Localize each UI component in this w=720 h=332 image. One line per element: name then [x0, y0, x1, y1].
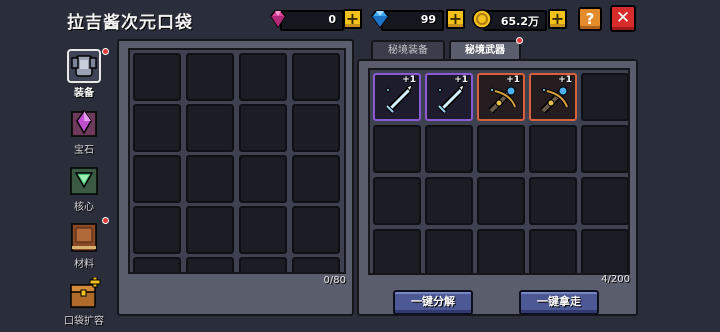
gold-coin-icon: [472, 9, 492, 29]
storage-slot[interactable]: [292, 257, 340, 272]
pink-gem-icon: [270, 10, 286, 29]
item-level: +1: [402, 75, 416, 85]
add-pink-gem-button[interactable]: +: [343, 9, 362, 29]
take-all-button[interactable]: 一键拿走: [519, 290, 599, 315]
core-icon: [67, 163, 101, 197]
ice-sword-item-slot[interactable]: +1: [373, 73, 421, 121]
storage-slot[interactable]: [239, 206, 287, 254]
category-sidebar: 装备 宝石 核心 材料 口袋扩容: [56, 44, 112, 332]
secret-loot-panel: +1 +1 +1 +1 4/200: [357, 59, 638, 316]
item-level: +1: [506, 75, 520, 85]
weapons-tab-badge: [516, 37, 523, 44]
gem-icon: [67, 106, 101, 140]
sidebar-label: 口袋扩容: [64, 316, 104, 327]
book-icon: [67, 220, 101, 254]
pink-gem-counter: 0: [280, 10, 344, 31]
sidebar-item-expand[interactable]: 口袋扩容: [60, 274, 108, 330]
loot-slot[interactable]: [581, 229, 628, 273]
close-button[interactable]: ✕: [610, 5, 636, 32]
sidebar-label: 装备: [74, 88, 94, 99]
loot-slot[interactable]: [477, 125, 525, 173]
crossbow-item-slot[interactable]: +1: [529, 73, 577, 121]
loot-slot[interactable]: [581, 177, 628, 225]
coin-value: 65.2万: [500, 15, 539, 28]
storage-slot[interactable]: [186, 155, 234, 203]
add-blue-gem-button[interactable]: +: [446, 9, 465, 29]
sidebar-item-equipment[interactable]: 装备: [60, 46, 109, 102]
storage-slot[interactable]: [186, 53, 234, 101]
sidebar-label: 材料: [74, 259, 94, 270]
storage-slot[interactable]: [133, 104, 181, 152]
loot-slot[interactable]: [425, 229, 473, 273]
loot-slot[interactable]: [477, 177, 525, 225]
sidebar-item-core[interactable]: 核心: [60, 160, 108, 216]
decompose-all-button[interactable]: 一键分解: [393, 290, 473, 315]
materials-badge: [102, 217, 109, 224]
equipment-badge: [102, 48, 109, 55]
loot-slot[interactable]: [373, 229, 421, 273]
storage-slot[interactable]: [292, 53, 340, 101]
storage-slot[interactable]: [133, 257, 181, 272]
blue-gem-icon: [371, 10, 389, 29]
loot-slot[interactable]: [529, 229, 577, 273]
loot-slot[interactable]: [425, 177, 473, 225]
storage-slot[interactable]: [239, 53, 287, 101]
armor-icon: [67, 49, 101, 83]
pocket-storage-panel: 0/80: [117, 39, 354, 316]
storage-slot[interactable]: [239, 104, 287, 152]
secret-loot-grid: +1 +1 +1 +1: [368, 68, 630, 275]
loot-count: 4/200: [601, 274, 630, 285]
sidebar-label: 核心: [74, 202, 94, 213]
tab-secret-equipment[interactable]: 秘境装备: [371, 40, 445, 61]
page-title: 拉吉酱次元口袋: [67, 13, 193, 33]
storage-slot[interactable]: [292, 155, 340, 203]
loot-slot[interactable]: [529, 125, 577, 173]
sidebar-item-gem[interactable]: 宝石: [60, 103, 108, 159]
chest-expand-icon: [67, 276, 101, 311]
add-coin-button[interactable]: +: [548, 9, 567, 29]
help-button[interactable]: ?: [578, 7, 602, 31]
blue-gem-value: 99: [420, 13, 436, 26]
item-level: +1: [558, 75, 572, 85]
ice-sword-item-slot[interactable]: +1: [425, 73, 473, 121]
sidebar-label: 宝石: [74, 145, 94, 156]
item-level: +1: [454, 75, 468, 85]
pocket-screen: 拉吉酱次元口袋 0 + 99 + 65.2万 + ? ✕ 装备 宝石 核心 材料…: [0, 0, 720, 332]
storage-slot[interactable]: [186, 104, 234, 152]
storage-count: 0/80: [323, 275, 346, 286]
storage-slot[interactable]: [186, 257, 234, 272]
sidebar-item-materials[interactable]: 材料: [60, 217, 109, 273]
pocket-storage-grid: [128, 48, 346, 274]
storage-slot[interactable]: [239, 257, 287, 272]
loot-slot[interactable]: [373, 125, 421, 173]
pink-gem-value: 0: [328, 13, 336, 26]
loot-slot[interactable]: [425, 125, 473, 173]
loot-slot[interactable]: [581, 73, 628, 121]
loot-slot[interactable]: [581, 125, 628, 173]
loot-slot[interactable]: [529, 177, 577, 225]
crossbow-item-slot[interactable]: +1: [477, 73, 525, 121]
storage-slot[interactable]: [239, 155, 287, 203]
storage-slot[interactable]: [133, 155, 181, 203]
loot-slot[interactable]: [477, 229, 525, 273]
top-bar: 拉吉酱次元口袋 0 + 99 + 65.2万 + ? ✕: [0, 0, 720, 40]
storage-slot[interactable]: [292, 104, 340, 152]
storage-slot[interactable]: [186, 206, 234, 254]
storage-slot[interactable]: [133, 53, 181, 101]
storage-slot[interactable]: [292, 206, 340, 254]
loot-slot[interactable]: [373, 177, 421, 225]
storage-slot[interactable]: [133, 206, 181, 254]
